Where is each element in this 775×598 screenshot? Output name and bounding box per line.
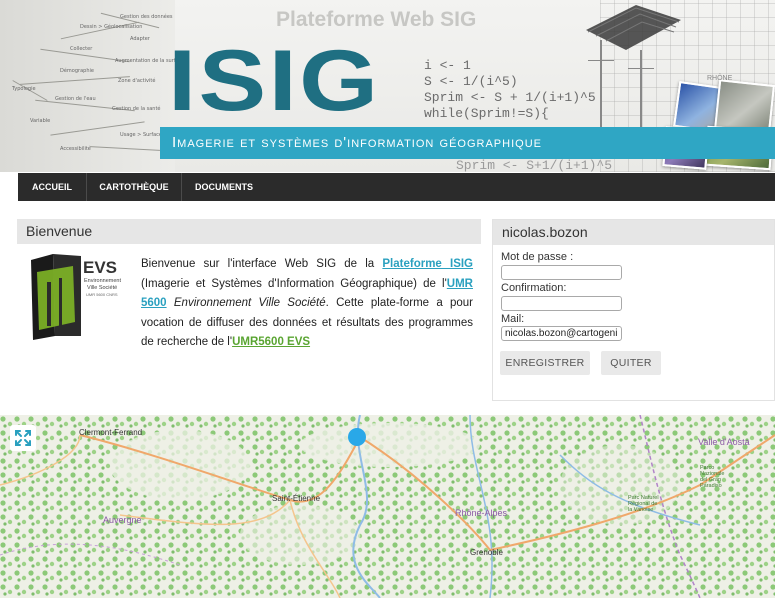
mindmap-node: Usage > Surface [120,132,162,138]
welcome-text: Bienvenue sur l'interface Web SIG de la … [141,255,473,353]
header-banner: Gestion des données Dessin > Géolocalisa… [0,0,775,172]
evs-line: Ville Société [87,285,118,291]
mail-label: Mail: [501,313,525,325]
link-umr5600-evs[interactable]: UMR5600 EVS [232,336,310,348]
pylon-graphic [640,50,642,130]
welcome-heading: Bienvenue [17,219,481,244]
code-line: S <- 1/(i^5) [424,74,518,89]
surface-3d-graphic [586,5,681,50]
mindmap-node: Variable [30,118,51,124]
isig-logo: ISIG [168,33,381,129]
nav-item-cartotheque[interactable]: CARTOTHÈQUE [87,173,181,201]
main-navigation: ACCUEIL CARTOTHÈQUE DOCUMENTS [18,173,775,201]
save-button[interactable]: ENREGISTRER [500,351,590,375]
confirm-label: Confirmation: [501,282,567,294]
mindmap-node: Gestion de la santé [112,106,161,112]
mindmap-node: Collecter [70,46,93,52]
mail-field[interactable] [501,326,622,341]
map-label-park: Parc Naturel Régional de la Vanoise [628,495,659,513]
welcome-text-part [167,297,174,309]
map-label-city: Grenoble [470,548,503,557]
evs-logo: EVS Environnement Ville Société UMR 5600… [29,252,121,342]
welcome-text-emphasis: Environnement Ville Société [173,297,326,309]
code-snippet-bottom: Sprim <- S+1/(i+1)^5 [456,158,613,172]
mindmap-node: Démographie [60,68,94,74]
platform-title: Plateforme Web SIG [276,8,477,31]
mindmap-node: Gestion des données [120,14,173,20]
mindmap-node: Adapter [130,36,150,42]
mindmap-node: Gestion de l'eau [55,96,96,102]
welcome-text-part: Bienvenue sur l'interface Web SIG de la [141,258,383,270]
evs-line: UMR 5600 CNRS [86,292,118,297]
link-plateforme-isig[interactable]: Plateforme ISIG [382,258,473,270]
map-label-city: Clermont-Ferrand [79,428,143,437]
account-username: nicolas.bozon [493,220,774,245]
code-line: i <- 1 [424,58,471,73]
platform-subtitle: Imagerie et systèmes d'information géogr… [172,134,542,151]
code-line: Sprim <- S + 1/(i+1)^5 [424,90,596,105]
expand-icon [15,430,31,446]
welcome-text-part: (Imagerie et Systèmes d'Information Géog… [141,277,447,290]
map-label-city: Saint-Étienne [272,494,321,503]
fullscreen-button[interactable] [10,425,36,451]
map-label-park: Parco Nazionale del Gran Paradiso [700,465,725,489]
password-label: Mot de passe : [501,251,574,263]
map-location-marker[interactable] [348,428,366,446]
banner-mindmap-graphic: Gestion des données Dessin > Géolocalisa… [0,0,184,172]
mindmap-node: Typologie [12,86,36,92]
password-field[interactable] [501,265,622,280]
nav-item-documents[interactable]: DOCUMENTS [182,173,266,201]
map-label-region: Rhône-Alpes [455,508,508,518]
code-snippet: i <- 1S <- 1/(i^5) Sprim <- S + 1/(i+1)^5… [424,58,596,122]
evs-line: Environnement [84,278,121,284]
banner-photo-label: RHÔNE [707,75,733,82]
map-label-region: Auvergne [103,515,142,525]
evs-acronym: EVS [83,258,118,277]
code-line: while(Sprim!=S){ [424,106,549,121]
mindmap-node: Dessin > Géolocalisation [80,24,143,30]
mindmap-node: Zone d'activité [118,78,156,84]
map-view[interactable]: Clermont-Ferrand Saint-Étienne Auvergne … [0,415,775,598]
nav-item-accueil[interactable]: ACCUEIL [18,173,86,201]
confirm-password-field[interactable] [501,296,622,311]
pylon-arm-graphic [628,68,654,69]
quit-button[interactable]: QUITER [601,351,661,375]
mindmap-node: Accessibilité [60,146,91,152]
page: Gestion des données Dessin > Géolocalisa… [0,0,775,598]
map-label-region: Valle d'Aosta [698,437,750,447]
